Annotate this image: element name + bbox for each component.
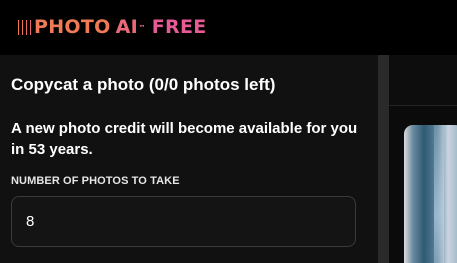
photo-highlight [434, 125, 444, 263]
logo-free-text: FREE [151, 16, 207, 38]
preview-header [389, 55, 457, 106]
photo-thumbnail[interactable] [404, 125, 457, 263]
logo-bar [30, 19, 31, 35]
page-title: Copycat a photo (0/0 photos left) [11, 75, 276, 94]
photos-count-input[interactable] [11, 196, 356, 247]
credit-message: A new photo credit will become available… [11, 120, 358, 158]
app-logo[interactable]: PHOTO AI ™ FREE [18, 16, 207, 38]
logo-bar [26, 19, 27, 35]
photos-count-label: NUMBER OF PHOTOS TO TAKE [11, 175, 180, 187]
logo-bar [18, 19, 19, 35]
top-bar: PHOTO AI ™ FREE [0, 0, 457, 55]
logo-ai-text: AI [115, 16, 138, 38]
logo-bar [22, 19, 23, 35]
logo-trademark: ™ [138, 24, 146, 32]
logo-photo-text: PHOTO [34, 16, 111, 38]
panel-divider-scrollbar[interactable] [378, 55, 389, 263]
logo-bars-icon [18, 19, 31, 35]
